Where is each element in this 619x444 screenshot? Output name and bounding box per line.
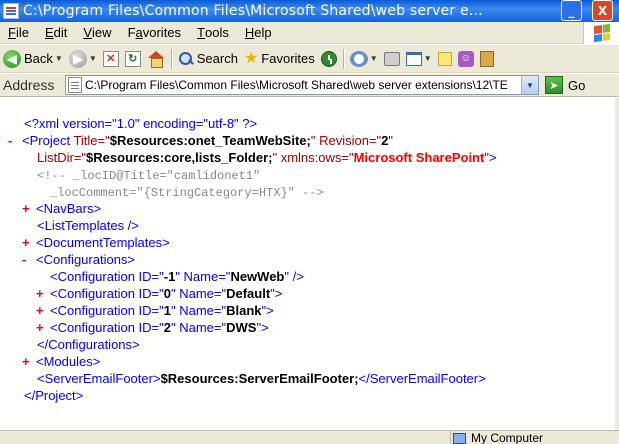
back-arrow-icon: ◀ <box>3 49 21 68</box>
project-close-node: </Project> <box>24 388 84 403</box>
status-bar: My Computer <box>0 430 619 444</box>
windows-flag-icon <box>593 23 610 43</box>
title-bar: C:\Program Files\Common Files\Microsoft … <box>0 0 619 22</box>
note-icon <box>437 51 452 66</box>
configuration-node: + <Configuration ID="2" Name="DWS"> <box>36 319 269 336</box>
toolbar-separator <box>342 48 344 69</box>
forward-button[interactable]: ▶ ▼ <box>66 47 100 71</box>
serveremailfooter-node: <ServerEmailFooter>$Resources:ServerEmai… <box>37 371 486 386</box>
refresh-button[interactable]: ↻ <box>122 47 144 71</box>
back-dropdown-icon[interactable]: ▼ <box>55 54 63 63</box>
research-button[interactable] <box>477 47 497 71</box>
discuss-button[interactable] <box>435 47 455 71</box>
configuration-node: + <Configuration ID="0" Name="Default"> <box>36 285 283 302</box>
computer-icon <box>453 432 466 444</box>
printer-icon <box>383 51 400 66</box>
expand-toggle[interactable]: + <box>22 234 36 251</box>
expand-toggle[interactable]: + <box>22 353 36 370</box>
project-attrs-line: ListDir="$Resources:core,lists_Folder;" … <box>37 150 497 165</box>
stop-button[interactable]: ✕ <box>100 47 122 71</box>
edit-button[interactable]: ▼ <box>403 47 435 71</box>
history-button[interactable] <box>318 47 340 71</box>
document-icon <box>3 3 19 19</box>
xml-file-icon <box>68 77 82 93</box>
address-label: Address <box>3 77 55 93</box>
configuration-node: <Configuration ID="-1" Name="NewWeb" /> <box>50 269 304 284</box>
expand-toggle[interactable]: + <box>36 285 50 302</box>
collapse-toggle[interactable]: - <box>22 251 36 268</box>
minimize-button[interactable]: _ <box>561 0 582 21</box>
menu-file[interactable]: File <box>0 23 37 43</box>
xml-viewer: <?xml version="1.0" encoding="utf-8" ?> … <box>0 98 615 430</box>
address-input[interactable]: C:\Program Files\Common Files\Microsoft … <box>65 75 539 95</box>
configurations-open-node: - <Configurations> <box>22 251 136 268</box>
configurations-close-node: </Configurations> <box>37 337 140 352</box>
expand-toggle[interactable]: + <box>22 200 36 217</box>
close-button[interactable]: X <box>592 0 613 21</box>
search-icon <box>178 51 194 67</box>
stop-icon: ✕ <box>102 50 119 67</box>
menu-bar: File Edit View Fa vorites Tools Help <box>0 22 619 44</box>
menu-favorites[interactable]: Fa vorites <box>120 23 189 43</box>
go-arrow-icon: ➤ <box>545 76 563 94</box>
comment-line-2: _locComment="{StringCategory=HTX}" --> <box>50 186 324 200</box>
address-dropdown-icon[interactable]: ▼ <box>521 76 538 94</box>
window-title: C:\Program Files\Common Files\Microsoft … <box>23 3 483 19</box>
toolbar-separator <box>170 48 172 69</box>
mail-button[interactable]: ▼ <box>347 47 381 71</box>
menu-view[interactable]: View <box>75 23 119 43</box>
modules-node: + <Modules> <box>22 353 101 370</box>
configuration-node: + <Configuration ID="1" Name="Blank"> <box>36 302 274 319</box>
window-border <box>615 98 619 430</box>
history-icon <box>320 50 337 67</box>
search-button[interactable]: Search <box>175 47 241 71</box>
doctemplates-node: + <DocumentTemplates> <box>22 234 170 251</box>
home-icon <box>147 50 165 68</box>
menu-edit[interactable]: Edit <box>37 23 75 43</box>
navbars-node: + <NavBars> <box>22 200 102 217</box>
menu-tools[interactable]: Tools <box>189 23 237 43</box>
comment-line-1: <!-- _locID@Title="camlidonet1" <box>37 169 261 183</box>
collapse-toggle[interactable]: - <box>8 132 22 149</box>
address-text[interactable]: C:\Program Files\Common Files\Microsoft … <box>85 78 515 92</box>
edit-dropdown-icon[interactable]: ▼ <box>424 54 432 63</box>
menu-help[interactable]: Help <box>237 23 280 43</box>
address-bar: Address C:\Program Files\Common Files\Mi… <box>0 74 619 97</box>
edit-page-icon <box>405 51 422 66</box>
messenger-button[interactable]: ☺ <box>455 47 477 71</box>
go-button[interactable]: ➤ Go <box>545 76 585 94</box>
project-open-line: - <Project Title="$Resources:onet_TeamWeb… <box>8 132 393 149</box>
security-zone: My Computer <box>450 431 543 444</box>
print-button[interactable] <box>381 47 403 71</box>
xml-declaration: <?xml version="1.0" encoding="utf-8" ?> <box>24 116 258 131</box>
back-button[interactable]: ◀ Back ▼ <box>0 47 66 71</box>
windows-logo <box>583 22 619 44</box>
messenger-icon: ☺ <box>457 50 474 67</box>
research-book-icon <box>479 50 494 67</box>
mail-icon <box>349 50 368 67</box>
star-icon: ★ <box>243 49 259 67</box>
expand-toggle[interactable]: + <box>36 302 50 319</box>
home-button[interactable] <box>144 47 168 71</box>
favorites-button[interactable]: ★ Favorites <box>241 47 318 71</box>
mail-dropdown-icon[interactable]: ▼ <box>370 54 378 63</box>
refresh-icon: ↻ <box>124 50 141 67</box>
forward-dropdown-icon[interactable]: ▼ <box>89 54 97 63</box>
toolbar: ◀ Back ▼ ▶ ▼ ✕ ↻ Search ★ Favorites ▼ ▼ <box>0 45 619 73</box>
expand-toggle[interactable]: + <box>36 319 50 336</box>
forward-arrow-icon: ▶ <box>68 49 87 68</box>
listtemplates-node: <ListTemplates /> <box>37 218 139 233</box>
